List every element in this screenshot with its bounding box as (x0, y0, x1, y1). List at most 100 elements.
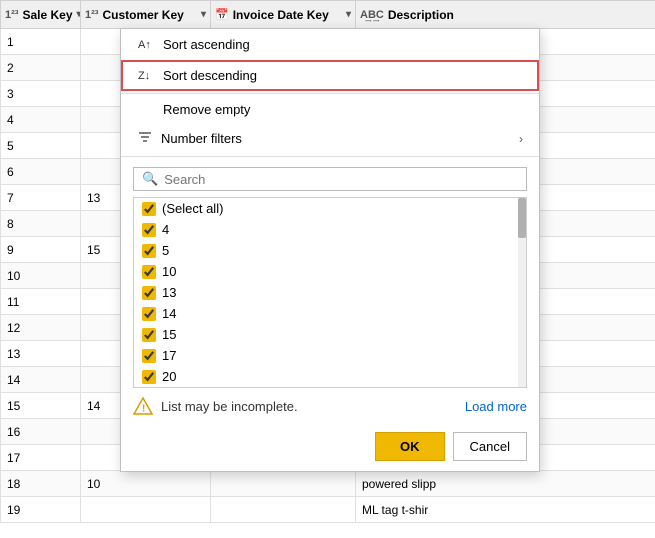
col-label-sale-key: Sale Key (22, 8, 72, 22)
checkbox-item-13[interactable]: 13 (134, 282, 526, 303)
sort-ascending-item[interactable]: A↑ Sort ascending (121, 29, 539, 60)
checkbox-item-14[interactable]: 14 (134, 303, 526, 324)
checkbox-label-15: 15 (162, 327, 176, 342)
checkbox-select-all-input[interactable] (142, 202, 156, 216)
checkbox-select-all[interactable]: (Select all) (134, 198, 526, 219)
cell-sale: 17 (1, 445, 81, 471)
cell-invoice (211, 497, 356, 523)
filter-panel: 🔍 (Select all) 4 5 10 (121, 159, 539, 388)
checkbox-input-20[interactable] (142, 370, 156, 384)
cell-sale: 12 (1, 315, 81, 341)
cell-sale: 14 (1, 367, 81, 393)
col-icon-abc: A͢B͢C (360, 9, 384, 21)
search-icon: 🔍 (142, 171, 158, 187)
number-filters-label: Number filters (161, 131, 242, 146)
cell-invoice (211, 471, 356, 497)
number-filters-item[interactable]: Number filters › (121, 123, 539, 154)
col-dropdown-customer-key[interactable]: ▾ (201, 9, 206, 20)
col-label-invoice-date: Invoice Date Key (233, 8, 329, 22)
checkbox-item-17[interactable]: 17 (134, 345, 526, 366)
cell-sale: 19 (1, 497, 81, 523)
col-icon-123-2: 1²³ (85, 9, 98, 21)
sort-descending-label: Sort descending (163, 68, 257, 83)
filter-dropdown: A↑ Sort ascending Z↓ Sort descending Rem… (120, 28, 540, 472)
table-row: 19 ML tag t-shir (1, 497, 655, 523)
col-header-sale-key[interactable]: 1²³ Sale Key ▾ (1, 1, 81, 29)
col-icon-calendar: 📅 (215, 8, 229, 21)
load-more-link[interactable]: Load more (465, 399, 527, 414)
button-row: OK Cancel (121, 424, 539, 471)
warning-text: List may be incomplete. (161, 399, 298, 414)
checkbox-input-5[interactable] (142, 244, 156, 258)
checkbox-input-15[interactable] (142, 328, 156, 342)
col-label-description: Description (388, 8, 454, 22)
sort-ascending-label: Sort ascending (163, 37, 250, 52)
sort-asc-icon: A↑ (137, 35, 155, 54)
checkbox-input-17[interactable] (142, 349, 156, 363)
checkbox-list: (Select all) 4 5 10 13 (133, 197, 527, 388)
cell-sale: 11 (1, 289, 81, 315)
warning-left: ! List may be incomplete. (133, 396, 298, 416)
svg-text:!: ! (142, 404, 145, 415)
menu-separator-1 (121, 93, 539, 94)
number-filters-icon (137, 129, 153, 148)
checkbox-item-15[interactable]: 15 (134, 324, 526, 345)
remove-empty-label: Remove empty (163, 102, 250, 117)
checkbox-label-10: 10 (162, 264, 176, 279)
svg-text:A↑: A↑ (138, 39, 151, 51)
scrollbar-track[interactable] (518, 198, 526, 387)
checkbox-select-all-label: (Select all) (162, 201, 223, 216)
checkbox-label-13: 13 (162, 285, 176, 300)
checkbox-label-14: 14 (162, 306, 176, 321)
cell-desc: powered slipp (356, 471, 655, 497)
checkbox-label-17: 17 (162, 348, 176, 363)
checkbox-item-5[interactable]: 5 (134, 240, 526, 261)
warning-row: ! List may be incomplete. Load more (121, 388, 539, 424)
checkbox-label-5: 5 (162, 243, 169, 258)
filter-search-input[interactable] (164, 172, 518, 187)
checkbox-input-13[interactable] (142, 286, 156, 300)
scrollbar-thumb[interactable] (518, 198, 526, 238)
cell-sale: 18 (1, 471, 81, 497)
cell-sale: 13 (1, 341, 81, 367)
table-container: 1²³ Sale Key ▾ 1²³ Customer Key ▾ 📅 (0, 0, 655, 538)
cell-sale: 4 (1, 107, 81, 133)
cell-sale: 9 (1, 237, 81, 263)
sort-descending-item[interactable]: Z↓ Sort descending (121, 60, 539, 91)
col-icon-123: 1²³ (5, 9, 18, 21)
cancel-button[interactable]: Cancel (453, 432, 527, 461)
cell-sale: 15 (1, 393, 81, 419)
checkbox-item-20[interactable]: 20 (134, 366, 526, 387)
col-label-customer-key: Customer Key (102, 8, 183, 22)
checkbox-label-20: 20 (162, 369, 176, 384)
cell-sale: 10 (1, 263, 81, 289)
sort-desc-icon: Z↓ (137, 66, 155, 85)
cell-sale: 5 (1, 133, 81, 159)
svg-text:Z↓: Z↓ (138, 70, 150, 82)
col-dropdown-invoice-date[interactable]: ▾ (346, 9, 351, 20)
cell-sale: 6 (1, 159, 81, 185)
remove-empty-item[interactable]: Remove empty (121, 96, 539, 123)
cell-sale: 16 (1, 419, 81, 445)
table-row: 1810 powered slipp (1, 471, 655, 497)
checkbox-item-10[interactable]: 10 (134, 261, 526, 282)
col-header-invoice-date[interactable]: 📅 Invoice Date Key ▾ (211, 1, 356, 29)
chevron-right-icon: › (519, 132, 523, 146)
cell-customer (81, 497, 211, 523)
cell-sale: 8 (1, 211, 81, 237)
cell-sale: 2 (1, 55, 81, 81)
checkbox-label-4: 4 (162, 222, 169, 237)
warning-icon: ! (133, 396, 153, 416)
checkbox-input-14[interactable] (142, 307, 156, 321)
col-dropdown-sale-key[interactable]: ▾ (77, 9, 81, 20)
filter-search-box[interactable]: 🔍 (133, 167, 527, 191)
ok-button[interactable]: OK (375, 432, 445, 461)
cell-desc: ML tag t-shir (356, 497, 655, 523)
checkbox-input-4[interactable] (142, 223, 156, 237)
col-header-customer-key[interactable]: 1²³ Customer Key ▾ (81, 1, 211, 29)
checkbox-input-10[interactable] (142, 265, 156, 279)
cell-sale: 7 (1, 185, 81, 211)
checkbox-item-4[interactable]: 4 (134, 219, 526, 240)
cell-sale: 3 (1, 81, 81, 107)
cell-customer: 10 (81, 471, 211, 497)
